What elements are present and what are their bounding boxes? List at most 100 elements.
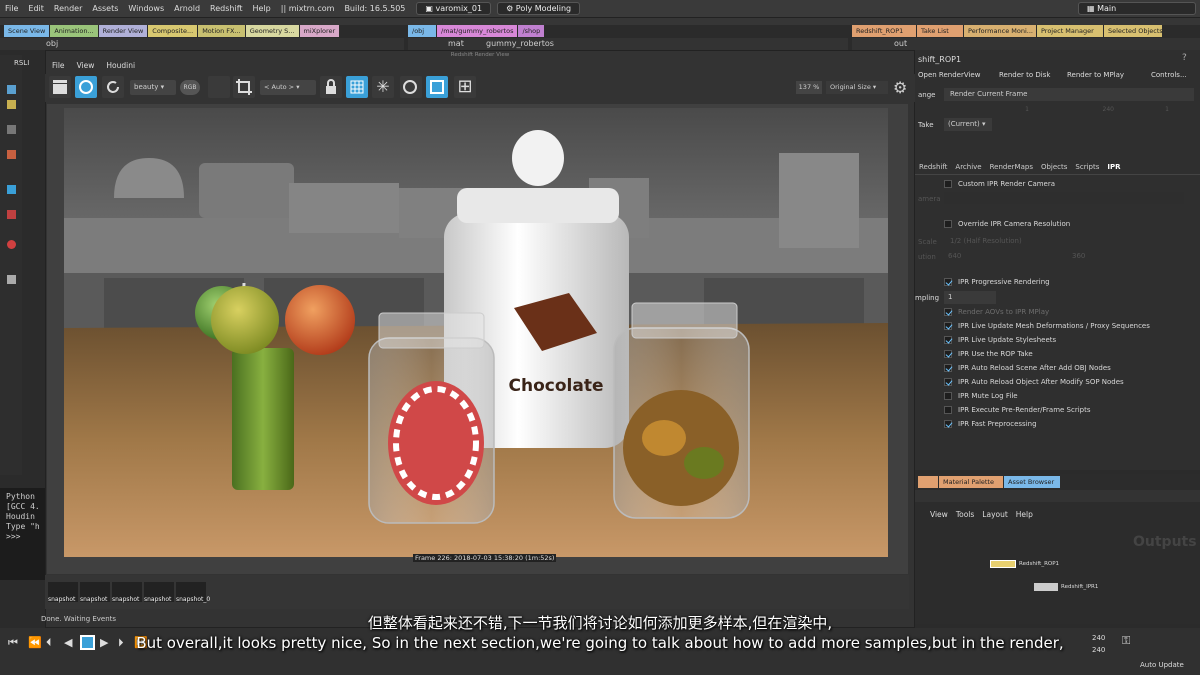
checkbox[interactable]: [944, 364, 952, 372]
override-res-toggle[interactable]: Override IPR Camera Resolution: [944, 220, 1070, 228]
tab-shop[interactable]: /shop: [518, 25, 545, 37]
tab-take-list[interactable]: Take List: [917, 25, 963, 37]
option-row[interactable]: IPR Auto Reload Scene After Add OBJ Node…: [944, 364, 1111, 372]
menu-help[interactable]: Help: [248, 4, 276, 13]
path-out[interactable]: out: [894, 39, 907, 48]
rv-menu-view[interactable]: View: [71, 61, 101, 73]
focus-icon[interactable]: [400, 76, 422, 98]
zoom-field[interactable]: 137 %: [796, 81, 822, 94]
tab-redshift[interactable]: Redshift: [915, 163, 951, 171]
option-row[interactable]: Render AOVs to IPR MPlay: [944, 308, 1049, 316]
option-row[interactable]: IPR Mute Log File: [944, 392, 1018, 400]
checkbox[interactable]: [944, 322, 952, 330]
option-row[interactable]: IPR Auto Reload Object After Modify SOP …: [944, 378, 1124, 386]
tab-geometry[interactable]: Geometry S...: [245, 25, 299, 37]
checkbox[interactable]: [944, 336, 952, 344]
refresh-icon[interactable]: [102, 76, 124, 98]
add-icon[interactable]: ⊞: [454, 76, 476, 98]
checkbox[interactable]: [944, 420, 952, 428]
tool-icon-rotate[interactable]: [7, 125, 16, 134]
option-row[interactable]: IPR Live Update Mesh Deformations / Prox…: [944, 322, 1150, 330]
ipr-node[interactable]: [1034, 583, 1058, 591]
option-row[interactable]: IPR Execute Pre-Render/Frame Scripts: [944, 406, 1091, 414]
option-row[interactable]: IPR Fast Preprocessing: [944, 420, 1037, 428]
crop-icon[interactable]: [233, 76, 255, 98]
net-menu-help[interactable]: Help: [1012, 510, 1037, 519]
tab-ipr[interactable]: IPR: [1103, 163, 1124, 171]
sampling-field[interactable]: 1: [944, 291, 996, 304]
menu-arnold[interactable]: Arnold: [169, 4, 205, 13]
region-select[interactable]: < Auto > ▾: [260, 80, 316, 95]
tab-animation[interactable]: Animation...: [50, 25, 98, 37]
tab-motion-fx[interactable]: Motion FX...: [198, 25, 245, 37]
checkbox[interactable]: [944, 378, 952, 386]
tab-asset-browser[interactable]: Asset Browser: [1004, 476, 1060, 488]
menu-assets[interactable]: Assets: [87, 4, 123, 13]
snapshot-button[interactable]: [426, 76, 448, 98]
help-icon[interactable]: ?: [1182, 53, 1187, 63]
path-obj[interactable]: obj: [46, 39, 58, 48]
checkbox[interactable]: [944, 392, 952, 400]
scale-select[interactable]: 1/2 (Half Resolution): [944, 235, 1064, 247]
net-menu-view[interactable]: View: [918, 510, 952, 519]
take-select[interactable]: (Current) ▾: [944, 118, 992, 131]
tab-mixplorer[interactable]: miXplorer: [299, 25, 340, 37]
checkbox[interactable]: [944, 406, 952, 414]
tab-scene-view[interactable]: Scene View: [4, 25, 50, 37]
tool-icon-move[interactable]: [7, 100, 16, 109]
net-menu-tools[interactable]: Tools: [952, 510, 978, 519]
tab-archive[interactable]: Archive: [951, 163, 985, 171]
shelf-mode-select[interactable]: ⚙ Poly Modeling: [497, 2, 581, 15]
tab-material-palette[interactable]: [918, 476, 938, 488]
rv-menu-houdini[interactable]: Houdini: [100, 61, 141, 73]
menu-windows[interactable]: Windows: [123, 4, 169, 13]
open-renderview-button[interactable]: Open RenderView: [915, 71, 987, 85]
tool-icon-select[interactable]: [7, 85, 16, 94]
size-select[interactable]: Original Size ▾: [826, 81, 888, 94]
tool-icon-light[interactable]: [7, 210, 16, 219]
option-row[interactable]: IPR Use the ROP Take: [944, 350, 1033, 358]
res-x-field[interactable]: 640: [944, 250, 1064, 262]
menu-render[interactable]: Render: [49, 4, 87, 13]
tool-icon-view[interactable]: [7, 275, 16, 284]
progressive-toggle[interactable]: IPR Progressive Rendering: [944, 278, 1050, 286]
tab-material-palette-label[interactable]: Material Palette: [939, 476, 1003, 488]
camera-path-field[interactable]: [944, 192, 1184, 204]
menu-redshift[interactable]: Redshift: [205, 4, 247, 13]
tab-scripts[interactable]: Scripts: [1071, 163, 1103, 171]
aov-select[interactable]: beauty ▾: [130, 80, 176, 95]
rv-menu-file[interactable]: File: [46, 61, 71, 73]
bucket-grid-button[interactable]: [346, 76, 368, 98]
checkbox[interactable]: [944, 308, 952, 316]
checkbox[interactable]: [944, 220, 952, 228]
channel-button[interactable]: RGB: [180, 80, 200, 95]
tab-render-view[interactable]: Render View: [98, 25, 148, 37]
clapper-icon[interactable]: [49, 76, 71, 98]
rop-node[interactable]: [990, 560, 1016, 568]
auto-update-select[interactable]: Auto Update: [1140, 661, 1184, 669]
range-select[interactable]: Render Current Frame: [944, 88, 1194, 101]
lock-icon[interactable]: [320, 76, 342, 98]
python-console[interactable]: Python [GCC 4. Houdin Type "h >>>: [0, 488, 45, 580]
render-to-disk-button[interactable]: Render to Disk: [987, 71, 1055, 85]
freeze-icon[interactable]: ✳: [372, 76, 394, 98]
tab-composite[interactable]: Composite...: [148, 25, 198, 37]
tab-rendermaps[interactable]: RenderMaps: [986, 163, 1037, 171]
rop-name-field[interactable]: shift_ROP1: [918, 55, 961, 64]
checkbox[interactable]: [944, 180, 952, 188]
tab-objects[interactable]: Objects: [1037, 163, 1071, 171]
tab-mat[interactable]: /mat/gummy_robertos: [437, 25, 518, 37]
tool-icon-handle[interactable]: [7, 150, 16, 159]
grid-dots-icon[interactable]: [208, 76, 230, 98]
tab-redshift-rop[interactable]: Redshift_ROP1: [852, 25, 916, 37]
res-y-field[interactable]: 360: [1068, 250, 1188, 262]
path-mat[interactable]: mat: [448, 39, 464, 48]
tab-perf-monitor[interactable]: Performance Moni...: [964, 25, 1036, 37]
menu-edit[interactable]: Edit: [23, 4, 49, 13]
checkbox[interactable]: [944, 350, 952, 358]
tool-icon-camera[interactable]: [7, 185, 16, 194]
tab-obj[interactable]: /obj: [408, 25, 436, 37]
start-ipr-button[interactable]: [75, 76, 97, 98]
tab-selected-objects[interactable]: Selected Objects: [1104, 25, 1162, 37]
net-menu-layout[interactable]: Layout: [978, 510, 1012, 519]
